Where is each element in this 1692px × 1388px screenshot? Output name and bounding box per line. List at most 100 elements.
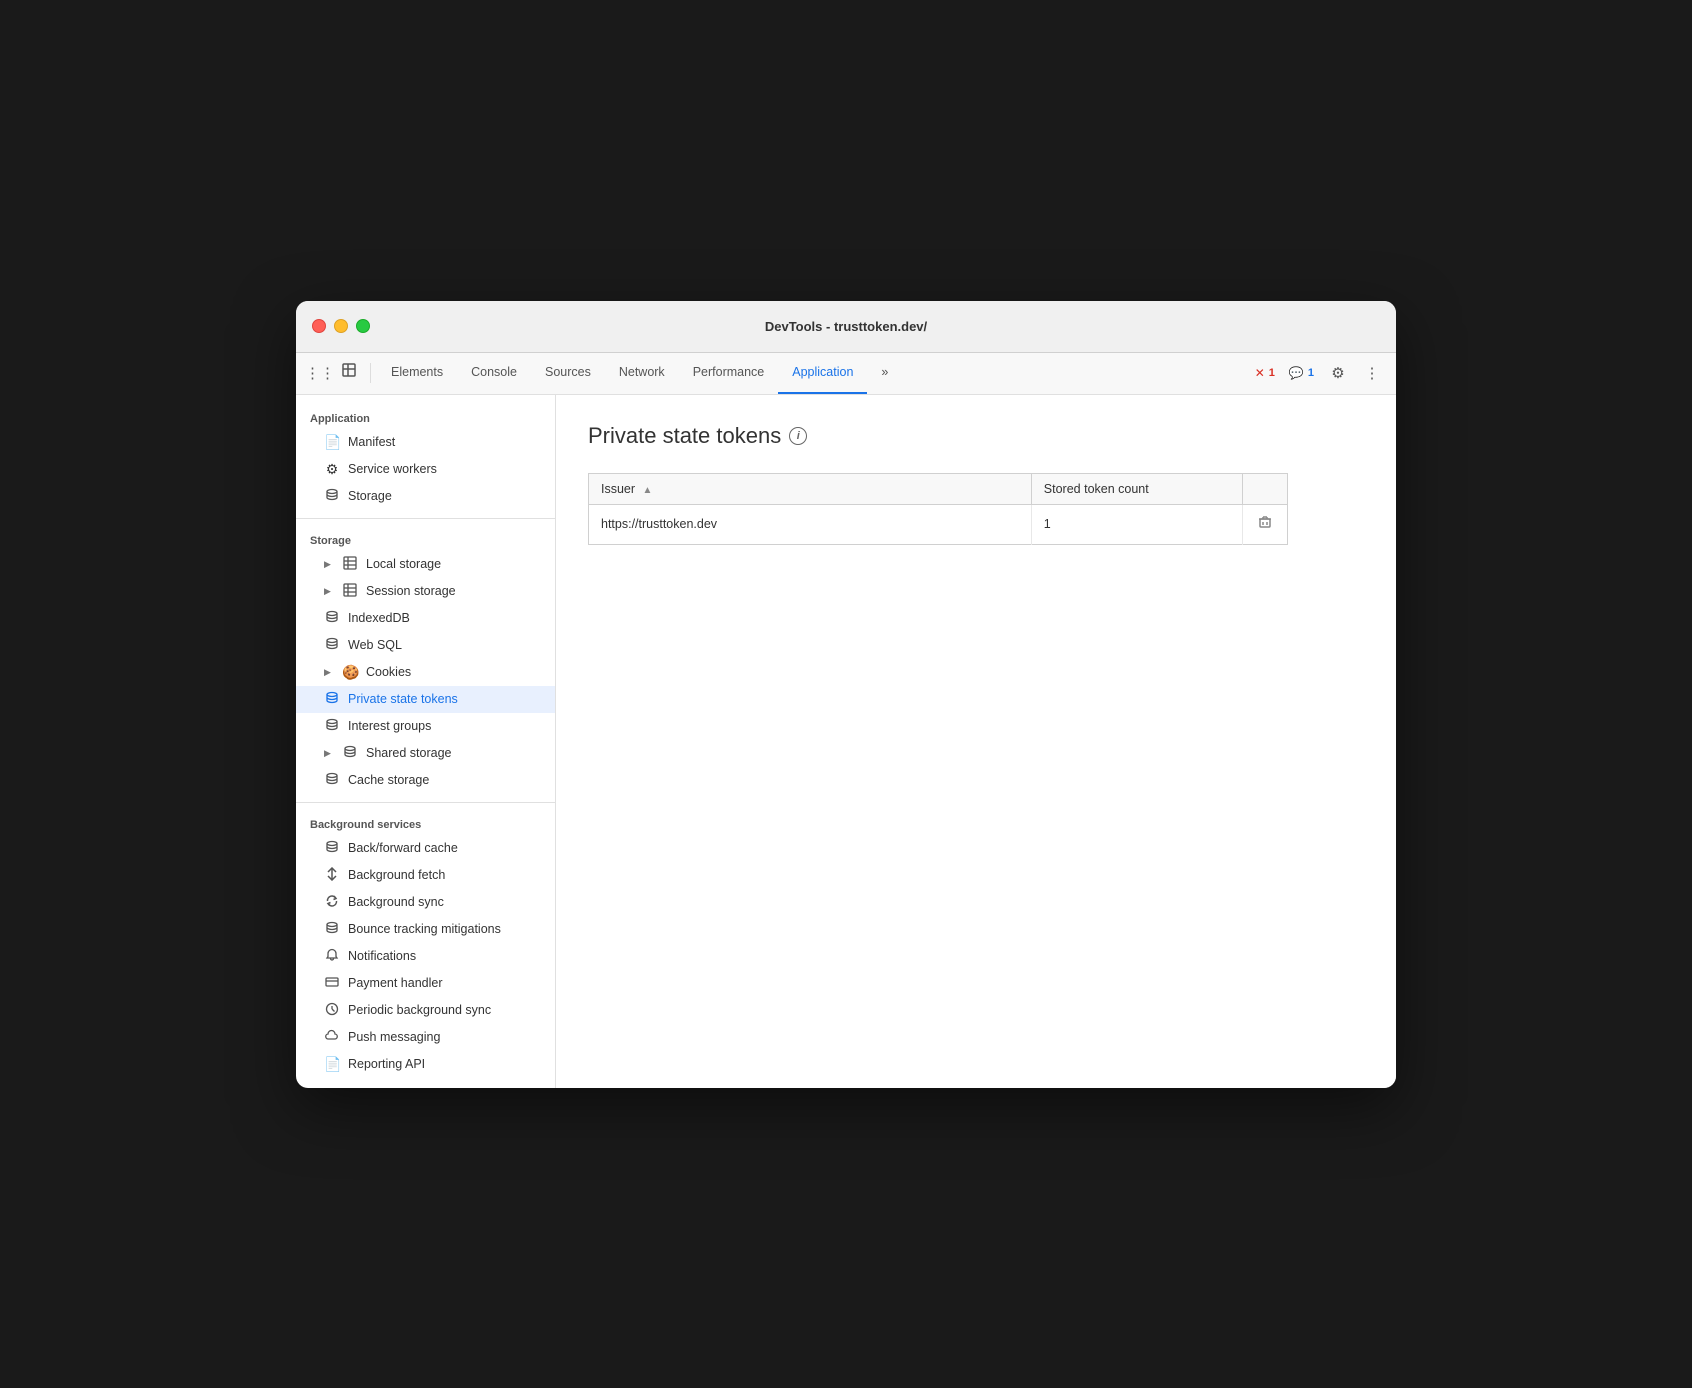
cloud-icon — [324, 1029, 340, 1046]
sync-icon — [324, 894, 340, 911]
sidebar-item-push-messaging[interactable]: Push messaging — [296, 1024, 555, 1051]
tab-network[interactable]: Network — [605, 352, 679, 394]
payment-icon — [324, 975, 340, 992]
sidebar-item-background-fetch[interactable]: Background fetch — [296, 862, 555, 889]
table-header-issuer[interactable]: Issuer ▲ — [589, 473, 1032, 504]
tab-sources[interactable]: Sources — [531, 352, 605, 394]
issuer-cell: https://trusttoken.dev — [589, 504, 1032, 544]
close-button[interactable] — [312, 319, 326, 333]
sidebar-item-manifest[interactable]: 📄 Manifest — [296, 429, 555, 456]
toolbar: ⋮⋮ Elements Console Sources N — [296, 353, 1396, 395]
table-icon — [342, 556, 358, 573]
sidebar-separator-2 — [296, 802, 555, 803]
sort-arrow-icon: ▲ — [643, 485, 653, 496]
sidebar-section-storage: Storage — [296, 527, 555, 551]
main-content: Application 📄 Manifest ⚙ Service workers… — [296, 395, 1396, 1088]
gear-icon: ⚙ — [324, 461, 340, 478]
sidebar-item-private-state-tokens[interactable]: Private state tokens — [296, 686, 555, 713]
table-icon — [342, 583, 358, 600]
warning-badge-button[interactable]: 💬 1 — [1285, 364, 1318, 382]
count-cell: 1 — [1031, 504, 1242, 544]
sidebar-item-service-workers[interactable]: ⚙ Service workers — [296, 456, 555, 483]
window-title: DevTools - trusttoken.dev/ — [765, 319, 927, 334]
sidebar-item-back-forward-cache[interactable]: Back/forward cache — [296, 835, 555, 862]
warning-count: 1 — [1308, 367, 1314, 379]
sidebar-item-cookies[interactable]: ▶ 🍪 Cookies — [296, 659, 555, 686]
table-header-count[interactable]: Stored token count — [1031, 473, 1242, 504]
inspect-icon-button[interactable] — [336, 359, 364, 387]
more-options-button[interactable]: ⋮ — [1358, 359, 1386, 387]
sidebar-item-notifications[interactable]: Notifications — [296, 943, 555, 970]
panel-title-row: Private state tokens i — [588, 423, 1364, 449]
database-icon — [324, 488, 340, 505]
file-icon: 📄 — [324, 434, 340, 451]
sidebar-item-payment-handler[interactable]: Payment handler — [296, 970, 555, 997]
tab-navigation: Elements Console Sources Network Perform… — [377, 352, 1249, 394]
table-header-actions — [1242, 473, 1287, 504]
database-icon — [342, 745, 358, 762]
sidebar-separator-1 — [296, 518, 555, 519]
delete-cell — [1242, 504, 1287, 544]
sidebar-item-reporting-api[interactable]: 📄 Reporting API — [296, 1051, 555, 1078]
inspect-icon — [342, 363, 358, 383]
sidebar-item-background-sync[interactable]: Background sync — [296, 889, 555, 916]
fetch-icon — [324, 867, 340, 884]
expand-icon: ▶ — [324, 667, 334, 678]
database-icon — [324, 718, 340, 735]
sidebar-item-bounce-tracking[interactable]: Bounce tracking mitigations — [296, 916, 555, 943]
traffic-lights — [312, 319, 370, 333]
tokens-table: Issuer ▲ Stored token count https://trus… — [588, 473, 1288, 545]
sidebar-item-local-storage[interactable]: ▶ Local storage — [296, 551, 555, 578]
expand-icon: ▶ — [324, 748, 334, 759]
sidebar-item-periodic-background-sync[interactable]: Periodic background sync — [296, 997, 555, 1024]
tab-performance[interactable]: Performance — [679, 352, 779, 394]
info-icon-button[interactable]: i — [789, 427, 807, 445]
expand-icon: ▶ — [324, 586, 334, 597]
toolbar-right: ✕ 1 💬 1 ⚙ ⋮ — [1251, 359, 1386, 387]
sidebar-item-indexeddb[interactable]: IndexedDB — [296, 605, 555, 632]
delete-row-button[interactable] — [1256, 513, 1274, 536]
maximize-button[interactable] — [356, 319, 370, 333]
clock-icon — [324, 1002, 340, 1019]
table-header-row: Issuer ▲ Stored token count — [589, 473, 1288, 504]
sidebar-item-shared-storage[interactable]: ▶ Shared storage — [296, 740, 555, 767]
titlebar: DevTools - trusttoken.dev/ — [296, 301, 1396, 353]
gear-icon: ⚙ — [1331, 364, 1344, 382]
tab-application[interactable]: Application — [778, 352, 867, 394]
cursor-icon: ⋮⋮ — [305, 364, 335, 382]
database-icon — [324, 840, 340, 857]
database-icon — [324, 772, 340, 789]
panel-title: Private state tokens — [588, 423, 781, 449]
database-icon — [324, 691, 340, 708]
expand-icon: ▶ — [324, 559, 334, 570]
error-count: 1 — [1269, 367, 1275, 379]
minimize-button[interactable] — [334, 319, 348, 333]
error-icon: ✕ — [1255, 366, 1265, 380]
sidebar-item-interest-groups[interactable]: Interest groups — [296, 713, 555, 740]
sidebar-item-storage-overview[interactable]: Storage — [296, 483, 555, 510]
sidebar-item-web-sql[interactable]: Web SQL — [296, 632, 555, 659]
devtools-window: DevTools - trusttoken.dev/ ⋮⋮ Elements C… — [296, 301, 1396, 1088]
toolbar-divider — [370, 363, 371, 383]
database-icon — [324, 637, 340, 654]
table-row: https://trusttoken.dev 1 — [589, 504, 1288, 544]
cookie-icon: 🍪 — [342, 664, 358, 681]
main-panel: Private state tokens i Issuer ▲ Stored t… — [556, 395, 1396, 1088]
settings-button[interactable]: ⚙ — [1324, 359, 1352, 387]
warning-icon: 💬 — [1289, 366, 1304, 380]
file-icon: 📄 — [324, 1056, 340, 1073]
database-icon — [324, 921, 340, 938]
sidebar-item-session-storage[interactable]: ▶ Session storage — [296, 578, 555, 605]
database-icon — [324, 610, 340, 627]
vertical-dots-icon: ⋮ — [1365, 364, 1380, 382]
sidebar-section-application: Application — [296, 405, 555, 429]
sidebar: Application 📄 Manifest ⚙ Service workers… — [296, 395, 556, 1088]
tab-elements[interactable]: Elements — [377, 352, 457, 394]
cursor-icon-button[interactable]: ⋮⋮ — [306, 359, 334, 387]
sidebar-section-background: Background services — [296, 811, 555, 835]
tab-more[interactable]: » — [867, 352, 902, 394]
error-badge-button[interactable]: ✕ 1 — [1251, 364, 1279, 382]
tab-console[interactable]: Console — [457, 352, 531, 394]
sidebar-item-cache-storage[interactable]: Cache storage — [296, 767, 555, 794]
bell-icon — [324, 948, 340, 965]
